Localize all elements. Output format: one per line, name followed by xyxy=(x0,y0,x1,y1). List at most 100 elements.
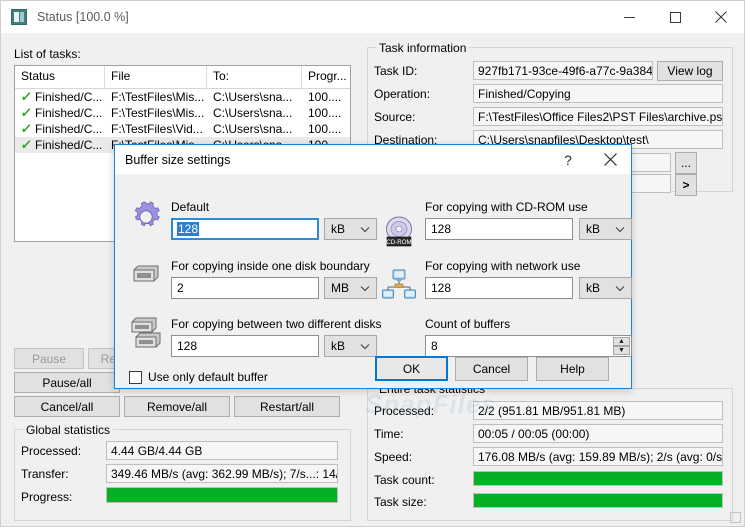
default-unit-value: kB xyxy=(331,222,346,236)
pause-all-button[interactable]: Pause/all xyxy=(14,372,120,393)
window-titlebar: Status [100.0 %] xyxy=(1,1,744,33)
cell-status: ✓ Finished/C... xyxy=(19,138,103,152)
task-size-label: Task size: xyxy=(374,495,427,509)
column-header-status[interactable]: Status xyxy=(15,66,105,88)
chevron-down-icon xyxy=(609,226,631,233)
cell-to: C:\Users\sna... xyxy=(213,90,293,104)
cell-file: F:\TestFiles\Mis... xyxy=(111,106,205,120)
gear-icon xyxy=(129,200,163,237)
buffer-count-input[interactable]: 8 ▲ ▼ xyxy=(425,335,632,357)
chevron-down-icon xyxy=(354,226,376,233)
window-title: Status [100.0 %] xyxy=(37,10,129,24)
task-information-title: Task information xyxy=(376,41,470,55)
minimize-button[interactable] xyxy=(606,1,652,33)
table-row[interactable]: ✓Finished/C... F:\TestFiles\Mis... C:\Us… xyxy=(15,89,350,105)
dialog-close-icon[interactable] xyxy=(589,145,631,174)
restart-all-button[interactable]: Restart/all xyxy=(234,396,340,417)
view-log-button[interactable]: View log xyxy=(657,61,723,81)
buffer-count-value: 8 xyxy=(431,339,438,353)
one-disk-unit-select[interactable]: MB xyxy=(324,277,377,299)
resize-grip[interactable] xyxy=(730,512,741,523)
global-transfer-label: Transfer: xyxy=(21,467,69,481)
help-icon[interactable]: ? xyxy=(547,145,589,174)
double-disk-icon xyxy=(129,315,163,352)
window-controls xyxy=(606,1,744,33)
two-disks-unit-value: kB xyxy=(331,339,346,353)
go-button[interactable]: > xyxy=(675,174,697,196)
task-size-fill xyxy=(474,494,722,507)
two-disks-unit-select[interactable]: kB xyxy=(324,335,377,357)
browse-button[interactable]: ... xyxy=(675,152,697,174)
chevron-down-icon xyxy=(354,343,376,350)
default-label: Default xyxy=(171,200,210,214)
global-processed-value: 4.44 GB/4.44 GB xyxy=(106,441,338,460)
dialog-controls: ? xyxy=(547,145,631,174)
pause-button[interactable]: Pause xyxy=(14,348,84,369)
cell-progress: 100.... xyxy=(308,90,342,104)
column-header-file[interactable]: File xyxy=(105,66,207,88)
list-of-tasks-label: List of tasks: xyxy=(14,47,81,61)
buffer-size-settings-dialog: Buffer size settings ? SnapFiles Default… xyxy=(114,144,632,419)
network-buffer-input[interactable]: 128 xyxy=(425,277,573,299)
table-row[interactable]: ✓ Finished/C... F:\TestFiles\Vid... C:\Us… xyxy=(15,121,350,137)
default-buffer-input[interactable]: 128 xyxy=(171,218,319,240)
app-status-icon xyxy=(11,9,27,25)
cell-status: ✓ Finished/C... xyxy=(19,122,103,136)
maximize-button[interactable] xyxy=(652,1,698,33)
buffer-count-stepper[interactable]: ▲ ▼ xyxy=(613,337,630,355)
global-progress-bar xyxy=(106,487,338,503)
task-count-label: Task count: xyxy=(374,473,435,487)
use-only-default-buffer-checkbox[interactable]: Use only default buffer xyxy=(129,370,268,384)
cell-file: F:\TestFiles\Mis... xyxy=(111,90,205,104)
entire-processed-label: Processed: xyxy=(374,404,435,418)
network-unit-value: kB xyxy=(586,281,601,295)
cdrom-label: For copying with CD-ROM use xyxy=(425,200,588,214)
cell-progress: 100.... xyxy=(308,106,342,120)
cell-status: ✓ Finished/C... xyxy=(19,106,103,120)
cancel-all-button[interactable]: Cancel/all xyxy=(14,396,120,417)
status-window: Status [100.0 %] List of tasks: Status F… xyxy=(0,0,745,527)
table-row[interactable]: ✓Finished/C... F:\TestFiles\Mis... C:\Us… xyxy=(15,105,350,121)
global-progress-label: Progress: xyxy=(21,490,73,504)
network-unit-select[interactable]: kB xyxy=(579,277,632,299)
column-header-to[interactable]: To: xyxy=(207,66,302,88)
single-disk-icon xyxy=(131,263,161,288)
ok-button[interactable]: OK xyxy=(375,356,448,381)
entire-time-value: 00:05 / 00:05 (00:00) xyxy=(473,424,723,443)
svg-text:CD-ROM: CD-ROM xyxy=(386,239,411,246)
check-icon: ✓ xyxy=(19,106,33,120)
one-disk-buffer-input[interactable]: 2 xyxy=(171,277,319,299)
stepper-up-icon[interactable]: ▲ xyxy=(613,337,630,346)
cancel-button[interactable]: Cancel xyxy=(455,357,528,381)
global-progress-fill xyxy=(107,488,337,502)
two-disks-label: For copying between two different disks xyxy=(171,317,382,331)
task-count-bar xyxy=(473,471,723,486)
one-disk-label: For copying inside one disk boundary xyxy=(171,259,370,273)
help-button[interactable]: Help xyxy=(536,357,609,381)
cdrom-buffer-input[interactable]: 128 xyxy=(425,218,573,240)
cdrom-unit-select[interactable]: kB xyxy=(579,218,632,240)
dialog-title: Buffer size settings xyxy=(125,152,231,167)
chevron-down-icon xyxy=(609,285,631,292)
network-label: For copying with network use xyxy=(425,259,581,273)
source-label: Source: xyxy=(374,110,416,124)
column-header-progress[interactable]: Progr... xyxy=(302,66,350,88)
cell-status: ✓ Finished/C... xyxy=(19,90,103,104)
operation-value: Finished/Copying xyxy=(473,84,723,103)
remove-all-button[interactable]: Remove/all xyxy=(124,396,230,417)
operation-label: Operation: xyxy=(374,87,431,101)
entire-time-label: Time: xyxy=(374,427,404,441)
check-icon: ✓ xyxy=(19,138,33,152)
dialog-body: SnapFiles Default 128 kB For copying ins… xyxy=(115,174,632,419)
default-unit-select[interactable]: kB xyxy=(324,218,377,240)
check-icon: ✓ xyxy=(19,90,33,104)
close-button[interactable] xyxy=(698,1,744,33)
task-id-value: 927fb171-93ce-49f6-a77c-9a384a0 xyxy=(473,61,653,80)
global-statistics-title: Global statistics xyxy=(23,423,114,437)
entire-speed-label: Speed: xyxy=(374,450,413,464)
global-processed-label: Processed: xyxy=(21,444,82,458)
task-list-header: Status File To: Progr... xyxy=(15,66,350,89)
stepper-down-icon[interactable]: ▼ xyxy=(613,346,630,355)
two-disks-buffer-input[interactable]: 128 xyxy=(171,335,319,357)
network-icon xyxy=(382,269,416,304)
